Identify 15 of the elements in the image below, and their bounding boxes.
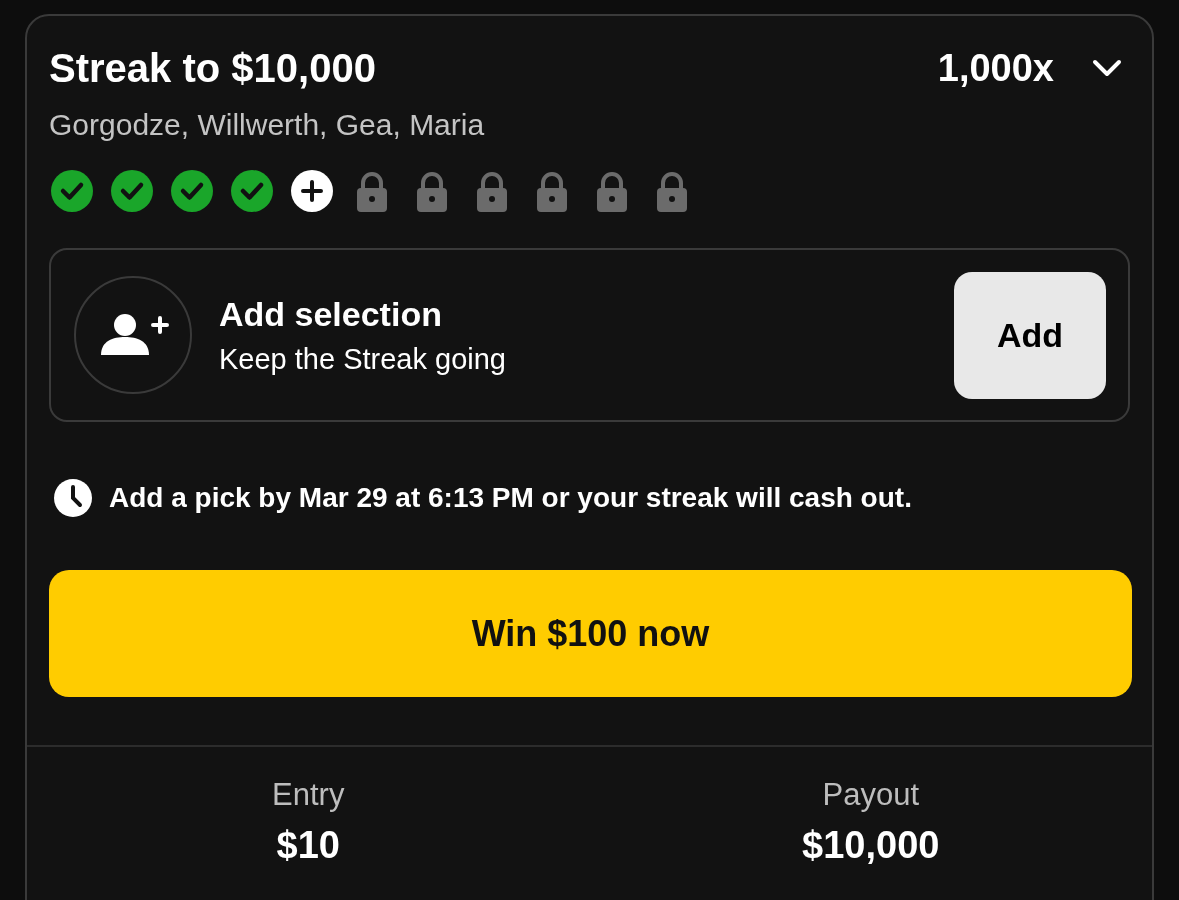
stat-value: $10 xyxy=(276,826,340,864)
deadline-message: Add a pick by Mar 29 at 6:13 PM or your streak will cash out. xyxy=(109,484,912,512)
stat-label: Entry xyxy=(272,779,345,810)
multiplier: 1,000x xyxy=(937,49,1054,87)
selection-title: Add selection xyxy=(219,296,443,331)
add-person-icon xyxy=(73,275,193,395)
stat-value: $10,000 xyxy=(802,826,940,864)
card-title: Streak to $10,000 xyxy=(49,48,376,88)
selection-subtitle: Keep the Streak going xyxy=(219,344,506,374)
chevron-down-icon[interactable] xyxy=(1092,58,1122,78)
stat-label: Payout xyxy=(822,779,919,810)
clock-icon xyxy=(53,478,93,518)
player-names: Gorgodze, Willwerth, Gea, Maria xyxy=(48,110,486,140)
add-button[interactable]: Add xyxy=(954,271,1106,399)
win-now-button[interactable]: Win $100 now xyxy=(49,570,1132,697)
